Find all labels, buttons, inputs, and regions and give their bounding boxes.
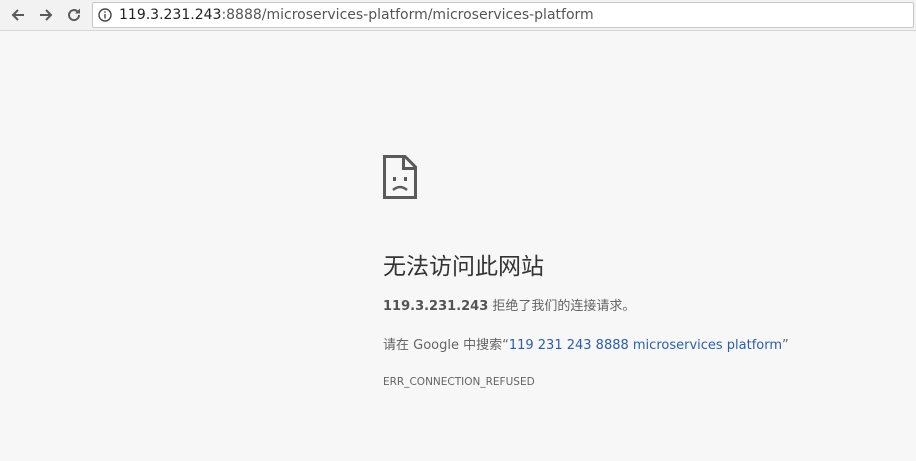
url-host: 119.3.231.243 [119,7,222,23]
arrow-right-icon [40,9,53,21]
search-suggestion: 请在 Google 中搜索“119 231 243 8888 microserv… [383,334,789,353]
arrow-left-icon [11,9,24,21]
reload-button[interactable] [62,4,86,26]
forward-button[interactable] [34,4,58,26]
error-refused-text: 拒绝了我们的连接请求。 [488,299,636,314]
error-host: 119.3.231.243 [383,299,489,314]
sad-document-icon [383,155,417,199]
google-search-link[interactable]: 119 231 243 8888 microservices platform [509,338,782,353]
suggest-suffix: ” [782,338,789,353]
error-code: ERR_CONNECTION_REFUSED [383,376,535,388]
reload-icon [68,8,81,22]
url-path: :8888/microservices-platform/microservic… [221,7,594,23]
error-title: 无法访问此网站 [383,254,544,280]
info-icon[interactable] [98,8,112,22]
back-button[interactable] [6,4,30,26]
url-text[interactable]: 119.3.231.243:8888/microservices-platfor… [119,6,594,24]
address-bar[interactable]: 119.3.231.243:8888/microservices-platfor… [92,2,914,28]
error-message: 119.3.231.243 拒绝了我们的连接请求。 [383,295,635,314]
browser-toolbar: 119.3.231.243:8888/microservices-platfor… [0,0,916,31]
suggest-prefix: 请在 Google 中搜索“ [383,338,509,353]
